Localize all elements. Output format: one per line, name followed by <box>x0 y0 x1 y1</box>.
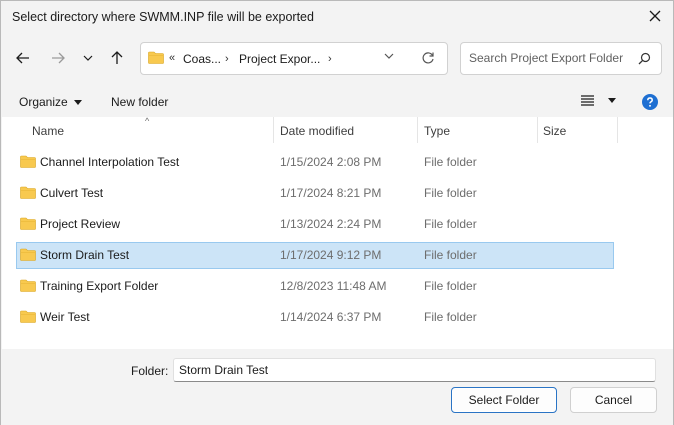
organize-label: Organize <box>19 95 68 109</box>
folder-icon <box>148 51 164 64</box>
file-row[interactable]: Culvert Test 1/17/2024 8:21 PM File fold… <box>16 180 614 207</box>
dialog-title: Select directory where SWMM.INP file wil… <box>12 10 314 24</box>
new-folder-button[interactable]: New folder <box>111 95 168 109</box>
close-icon <box>649 10 661 22</box>
file-type: File folder <box>424 248 477 262</box>
refresh-icon[interactable] <box>421 51 435 65</box>
navigation-bar: « Coas... › Project Expor... › <box>1 37 673 81</box>
column-divider[interactable] <box>273 117 274 143</box>
forward-button[interactable] <box>45 45 71 71</box>
address-bar[interactable]: « Coas... › Project Expor... › <box>140 42 448 75</box>
column-divider[interactable] <box>537 117 538 143</box>
select-folder-button[interactable]: Select Folder <box>451 387 557 413</box>
folder-icon <box>20 248 36 261</box>
file-name: Weir Test <box>40 310 90 324</box>
arrow-left-icon <box>16 52 29 64</box>
search-icon <box>638 52 651 65</box>
view-options-button[interactable] <box>581 95 616 106</box>
column-name[interactable]: Name <box>32 117 64 143</box>
search-box[interactable] <box>460 42 662 75</box>
chevron-down-icon <box>83 55 93 61</box>
sort-ascending-icon: ^ <box>145 116 150 126</box>
caret-down-icon <box>73 99 82 105</box>
organize-button[interactable]: Organize <box>19 95 82 109</box>
search-input[interactable] <box>469 51 629 65</box>
column-type[interactable]: Type <box>424 117 450 143</box>
file-date: 1/17/2024 8:21 PM <box>280 186 382 200</box>
folder-label: Folder: <box>131 364 169 378</box>
file-row[interactable]: Weir Test 1/14/2024 6:37 PM File folder <box>16 304 614 331</box>
breadcrumb-project-export[interactable]: Project Expor... <box>239 52 320 66</box>
file-type: File folder <box>424 279 477 293</box>
help-button[interactable] <box>642 94 658 110</box>
folder-icon <box>20 279 36 292</box>
folder-icon <box>20 186 36 199</box>
file-list: ^ Name Date modified Type Size Channel I… <box>2 116 673 349</box>
folder-icon <box>20 310 36 323</box>
footer: Folder: Select Folder Cancel <box>1 349 673 425</box>
file-date: 1/13/2024 2:24 PM <box>280 217 382 231</box>
file-date: 12/8/2023 11:48 AM <box>280 279 387 293</box>
breadcrumb-overflow[interactable]: « <box>169 52 175 64</box>
column-size[interactable]: Size <box>543 117 566 143</box>
recent-locations-button[interactable] <box>75 45 101 71</box>
folder-name-input[interactable] <box>173 358 656 382</box>
file-name: Culvert Test <box>40 186 104 200</box>
file-name: Storm Drain Test <box>40 248 130 262</box>
column-divider[interactable] <box>617 117 618 143</box>
file-row[interactable]: Channel Interpolation Test 1/15/2024 2:0… <box>16 149 614 176</box>
close-button[interactable] <box>641 3 669 29</box>
file-date: 1/14/2024 6:37 PM <box>280 310 382 324</box>
file-type: File folder <box>424 186 477 200</box>
up-button[interactable] <box>104 45 130 71</box>
folder-icon <box>20 217 36 230</box>
address-dropdown-icon[interactable] <box>384 53 394 59</box>
file-row-selected[interactable]: Storm Drain Test 1/17/2024 9:12 PM File … <box>16 242 614 269</box>
cancel-button[interactable]: Cancel <box>570 387 657 413</box>
select-directory-dialog: Select directory where SWMM.INP file wil… <box>0 0 674 425</box>
breadcrumb-chevron-icon[interactable]: › <box>225 53 229 65</box>
new-folder-label: New folder <box>111 95 169 109</box>
breadcrumb-chevron-icon[interactable]: › <box>328 53 332 65</box>
arrow-up-icon <box>111 51 123 64</box>
file-date: 1/17/2024 9:12 PM <box>280 248 382 262</box>
file-row[interactable]: Project Review 1/13/2024 2:24 PM File fo… <box>16 211 614 238</box>
caret-down-icon <box>608 98 616 103</box>
command-bar: Organize New folder <box>1 85 673 117</box>
breadcrumb-coas[interactable]: Coas... <box>183 52 221 66</box>
back-button[interactable] <box>10 45 36 71</box>
column-divider[interactable] <box>417 117 418 143</box>
file-type: File folder <box>424 217 477 231</box>
list-view-icon <box>581 95 594 106</box>
help-icon <box>642 94 658 110</box>
arrow-right-icon <box>52 52 65 64</box>
file-name: Channel Interpolation Test <box>40 155 180 169</box>
title-bar: Select directory where SWMM.INP file wil… <box>1 1 673 33</box>
folder-icon <box>20 155 36 168</box>
file-name: Training Export Folder <box>40 279 159 293</box>
file-name: Project Review <box>40 217 121 231</box>
file-type: File folder <box>424 310 477 324</box>
file-row[interactable]: Training Export Folder 12/8/2023 11:48 A… <box>16 273 614 300</box>
cancel-label: Cancel <box>594 393 633 407</box>
column-date-modified[interactable]: Date modified <box>280 117 354 143</box>
select-folder-label: Select Folder <box>468 393 540 407</box>
file-date: 1/15/2024 2:08 PM <box>280 155 382 169</box>
file-type: File folder <box>424 155 477 169</box>
